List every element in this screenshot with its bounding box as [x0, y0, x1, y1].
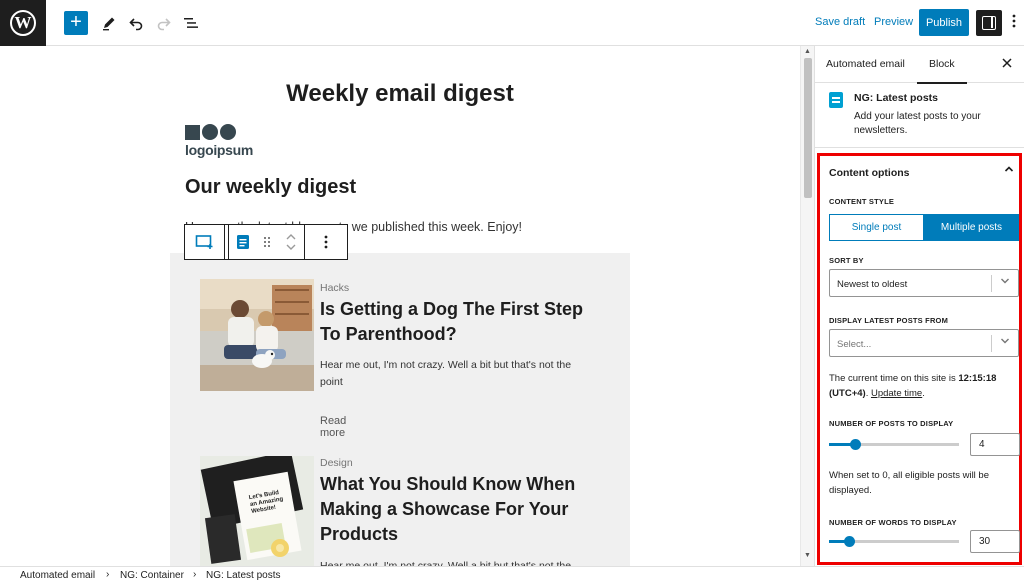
options-menu-button[interactable]: [1012, 14, 1016, 31]
block-card-title: NG: Latest posts: [854, 92, 939, 104]
post-image: [200, 279, 314, 391]
scroll-down-arrow-icon[interactable]: ▼: [804, 552, 811, 559]
digest-heading[interactable]: Our weekly digest: [185, 176, 356, 199]
canvas-scrollbar[interactable]: ▲ ▼: [800, 46, 814, 566]
post-excerpt: Hear me out, I'm not crazy. Well a bit b…: [320, 560, 572, 566]
post-category: Hacks: [320, 282, 350, 294]
more-vertical-icon: [1012, 14, 1016, 28]
sort-by-select[interactable]: Newest to oldest: [829, 269, 1019, 297]
block-breadcrumb: Automated email › NG: Container › NG: La…: [0, 566, 1024, 582]
redo-icon: [157, 18, 171, 31]
post-category: Design: [320, 457, 353, 469]
wordpress-logo-button[interactable]: W: [0, 0, 46, 46]
chevron-up-icon: [1004, 166, 1014, 172]
settings-sidebar: Automated email Block NG: Latest posts A…: [814, 46, 1024, 566]
single-post-option[interactable]: Single post: [829, 214, 924, 241]
post-image: Let's Build an Amazing Website!: [200, 456, 314, 566]
multiple-posts-option[interactable]: Multiple posts: [924, 214, 1019, 241]
chevron-down-icon: [1000, 337, 1010, 347]
undo-button[interactable]: [126, 12, 146, 34]
block-card-description: Add your latest posts to your newsletter…: [854, 111, 981, 136]
latest-posts-icon: [829, 92, 843, 108]
publish-button[interactable]: Publish: [919, 9, 969, 36]
latest-posts-icon[interactable]: [236, 234, 250, 250]
container-icon: [195, 235, 212, 249]
update-time-link[interactable]: Update time: [871, 388, 922, 399]
breadcrumb-automated-email[interactable]: Automated email: [20, 570, 95, 581]
content-style-label: CONTENT STYLE: [829, 197, 895, 206]
settings-toggle-button[interactable]: [976, 10, 1002, 36]
num-words-slider[interactable]: [829, 534, 959, 548]
scroll-up-arrow-icon[interactable]: ▲: [804, 48, 811, 55]
sidebar-icon: [982, 16, 996, 30]
breadcrumb-ng-container[interactable]: NG: Container: [120, 570, 184, 581]
wordpress-logo-icon: W: [10, 10, 36, 36]
slider-handle[interactable]: [844, 536, 855, 547]
pencil-icon: [103, 17, 115, 31]
post-excerpt: Hear me out, I'm not crazy. Well a bit b…: [320, 359, 572, 388]
panel-title[interactable]: Content options: [829, 167, 909, 179]
tools-button[interactable]: [99, 12, 119, 34]
plus-icon: +: [70, 11, 82, 33]
display-from-select[interactable]: Select...: [829, 329, 1019, 357]
content-style-toggle: Single post Multiple posts: [829, 214, 1019, 241]
num-posts-slider[interactable]: [829, 437, 959, 451]
close-sidebar-button[interactable]: [1002, 55, 1012, 71]
chevron-right-icon: ›: [106, 569, 110, 580]
post-title[interactable]: What You Should Know When Making a Showc…: [320, 472, 605, 547]
save-draft-button[interactable]: Save draft: [815, 16, 865, 28]
close-icon: [1002, 58, 1012, 68]
logo-text: logoipsum: [185, 142, 254, 158]
undo-icon: [129, 18, 143, 31]
num-posts-label: NUMBER OF POSTS TO DISPLAY: [829, 419, 954, 428]
editor-canvas[interactable]: Weekly email digest logoipsum Our weekly…: [0, 46, 800, 566]
block-card: NG: Latest posts Add your latest posts t…: [815, 83, 1024, 148]
list-view-icon: [184, 18, 198, 28]
email-title[interactable]: Weekly email digest: [170, 80, 630, 108]
select-parent-button[interactable]: [185, 225, 225, 259]
post-title[interactable]: Is Getting a Dog The First Step To Paren…: [320, 297, 605, 347]
sort-by-label: SORT BY: [829, 256, 864, 265]
tab-block[interactable]: Block: [917, 58, 967, 84]
preview-button[interactable]: Preview: [874, 16, 913, 28]
block-controls: [229, 225, 305, 259]
chevron-right-icon: ›: [193, 569, 197, 580]
display-from-label: DISPLAY LATEST POSTS FROM: [829, 316, 949, 325]
slider-handle[interactable]: [850, 439, 861, 450]
breadcrumb-ng-latest-posts[interactable]: NG: Latest posts: [206, 570, 280, 581]
content-options-panel: Content options CONTENT STYLE Single pos…: [817, 153, 1022, 565]
tab-automated-email[interactable]: Automated email: [826, 58, 905, 70]
num-posts-input[interactable]: 4: [970, 433, 1020, 456]
move-up-down-icon[interactable]: [285, 231, 297, 253]
editor-header: W + Save draft Preview Publish: [0, 0, 1024, 46]
document-overview-button[interactable]: [181, 12, 201, 34]
add-block-button[interactable]: +: [64, 11, 88, 35]
collapse-panel-button[interactable]: [1004, 165, 1014, 176]
sort-by-value: Newest to oldest: [837, 279, 908, 290]
redo-button[interactable]: [154, 12, 174, 34]
display-from-placeholder: Select...: [837, 339, 872, 350]
sidebar-tabs: Automated email Block: [815, 46, 1024, 84]
num-words-label: NUMBER OF WORDS TO DISPLAY: [829, 518, 957, 527]
logo-block[interactable]: logoipsum: [185, 124, 253, 158]
logo-mark: [185, 124, 253, 140]
scrollbar-thumb[interactable]: [804, 58, 812, 198]
read-more-link[interactable]: Read more: [320, 415, 346, 439]
chevron-down-icon: [1000, 277, 1010, 287]
current-time-help: The current time on this site is 12:15:1…: [829, 373, 997, 399]
num-posts-help: When set to 0, all eligible posts will b…: [829, 470, 989, 496]
num-words-input[interactable]: 30: [970, 530, 1020, 553]
block-toolbar: [184, 224, 348, 260]
more-vertical-icon: [324, 235, 328, 249]
block-options-button[interactable]: [305, 225, 347, 259]
drag-handle-icon[interactable]: [263, 236, 271, 248]
